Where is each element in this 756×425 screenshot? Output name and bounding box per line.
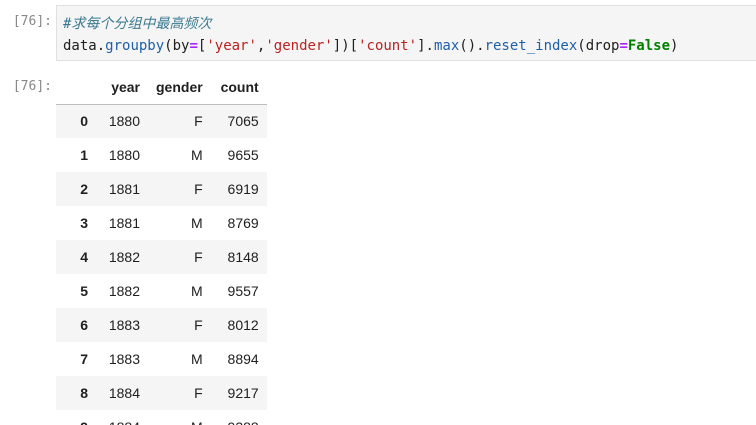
row-index: 6: [80, 317, 88, 333]
cell-gender: F: [194, 385, 203, 401]
cell-count: 9217: [227, 385, 259, 401]
code-line-comment: #求每个分组中最高频次: [63, 15, 211, 33]
cell-year: 1880: [108, 147, 140, 163]
code-line-statement: data.groupby(by=['year','gender'])['coun…: [63, 37, 678, 55]
cell-year: 1883: [108, 351, 140, 367]
row-index: 4: [80, 249, 88, 265]
table-row: 5 1882 M 9557: [56, 274, 267, 308]
code-token: 'count': [358, 38, 418, 54]
cell-year: 1884: [96, 410, 148, 425]
code-token: data: [63, 38, 97, 54]
row-index: 3: [80, 215, 88, 231]
table-row: 1 1880 M 9655: [56, 138, 267, 172]
code-token: groupby: [105, 38, 165, 54]
table-row: 4 1882 F 8148: [56, 240, 267, 274]
table-row: 7 1883 M 8894: [56, 342, 267, 376]
cell-count: 8148: [227, 249, 259, 265]
cell-year: 1883: [108, 317, 140, 333]
row-index: 2: [80, 181, 88, 197]
table-row: 0 1880 F 7065: [56, 104, 267, 138]
code-token: (drop: [577, 38, 620, 54]
input-prompt: [76]:: [12, 14, 52, 29]
code-token: =: [619, 38, 628, 54]
cell-year: 1880: [108, 113, 140, 130]
index-header: [56, 70, 96, 105]
cell-gender: M: [191, 283, 203, 299]
row-index: 1: [80, 147, 88, 163]
cell-count: 8769: [227, 215, 259, 231]
cell-count: 9557: [227, 283, 259, 299]
cell-gender: M: [191, 215, 203, 231]
output-prompt: [76]:: [12, 79, 52, 94]
code-token: 'gender': [265, 38, 333, 54]
cell-gender: M: [148, 410, 211, 425]
code-token: ().: [459, 38, 485, 54]
column-header-year: year: [96, 70, 148, 105]
row-index: 8: [80, 385, 88, 401]
cell-count: 9388: [211, 410, 267, 425]
column-header-gender: gender: [148, 70, 211, 105]
cell-count: 9655: [227, 147, 259, 163]
cell-year: 1882: [108, 249, 140, 265]
cell-count: 6919: [227, 181, 259, 197]
row-index: 0: [80, 113, 88, 130]
cell-gender: F: [194, 181, 203, 197]
table-row: 6 1883 F 8012: [56, 308, 267, 342]
cell-year: 1881: [108, 215, 140, 231]
cell-count: 7065: [227, 113, 259, 130]
code-token: reset_index: [484, 38, 578, 54]
dataframe-table: year gender count 0 1880 F 7065 1 1880 M…: [56, 70, 267, 425]
cell-year: 1884: [108, 385, 140, 401]
code-editor[interactable]: #求每个分组中最高频次 data.groupby(by=['year','gen…: [56, 5, 756, 61]
cell-year: 1881: [108, 181, 140, 197]
code-token: ): [670, 38, 679, 54]
table-row: 8 1884 F 9217: [56, 376, 267, 410]
table-row: 2 1881 F 6919: [56, 172, 267, 206]
row-index: 7: [80, 351, 88, 367]
cell-gender: F: [194, 113, 203, 130]
code-token: .: [96, 38, 106, 54]
cell-gender: M: [191, 147, 203, 163]
cell-count: 8894: [227, 351, 259, 367]
code-token: max: [433, 38, 460, 54]
cell-count: 8012: [227, 317, 259, 333]
code-token: (by: [164, 38, 190, 54]
code-token: =: [189, 38, 198, 54]
cell-gender: M: [191, 351, 203, 367]
cell-year: 1882: [108, 283, 140, 299]
table-header-row: year gender count: [56, 70, 267, 105]
code-token: ])[: [332, 38, 359, 54]
code-token: ].: [417, 38, 434, 54]
cell-gender: F: [194, 249, 203, 265]
code-token: 'year': [206, 38, 257, 54]
table-row: 3 1881 M 8769: [56, 206, 267, 240]
code-comment: #求每个分组中最高频次: [63, 16, 212, 32]
row-index: 9: [56, 410, 96, 425]
table-row: 9 1884 M 9388: [56, 410, 267, 425]
row-index: 5: [80, 283, 88, 299]
notebook-cell: [76]: #求每个分组中最高频次 data.groupby(by=['year…: [0, 0, 756, 425]
column-header-count: count: [210, 70, 267, 105]
cell-gender: F: [194, 317, 203, 333]
code-token: False: [627, 38, 671, 54]
